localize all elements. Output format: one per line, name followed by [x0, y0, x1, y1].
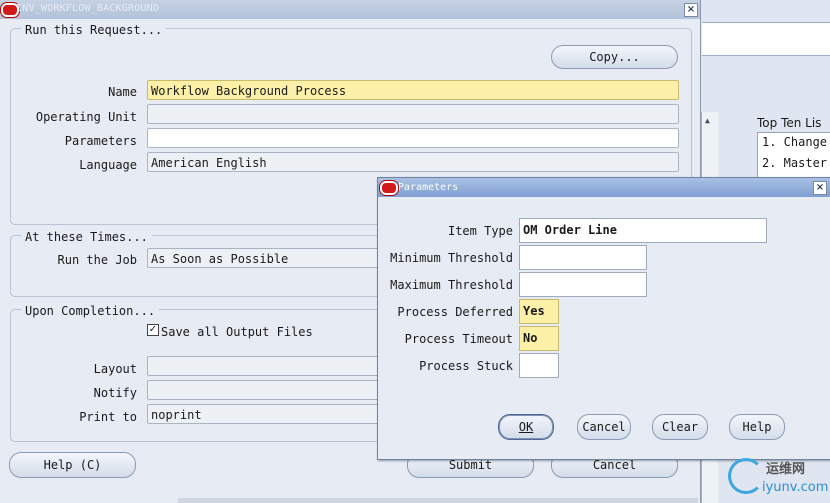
watermark-en: iyunv.com: [762, 480, 829, 495]
process-stuck-field[interactable]: [519, 353, 559, 378]
list-item[interactable]: 1. Change: [758, 133, 830, 154]
cancel-button[interactable]: Cancel: [577, 414, 631, 440]
item-type-field[interactable]: OM Order Line: [519, 218, 767, 243]
watermark-logo: 运维网 iyunv.com: [726, 454, 830, 503]
process-timeout-label: Process Timeout: [404, 332, 513, 346]
close-icon[interactable]: ×: [813, 181, 827, 195]
print-to-field[interactable]: noprint: [147, 404, 379, 424]
layout-label: Layout: [93, 362, 137, 376]
language-label: Language: [79, 158, 137, 172]
minimum-threshold-label: Minimum Threshold: [390, 251, 513, 265]
watermark-ring-icon: [728, 458, 764, 494]
clear-button[interactable]: Clear: [652, 414, 708, 440]
item-type-label: Item Type: [447, 224, 513, 238]
operating-unit-field[interactable]: [147, 104, 679, 124]
ok-button[interactable]: OK: [498, 414, 554, 440]
background-window-band: [702, 22, 830, 56]
minimum-threshold-field[interactable]: [519, 245, 647, 270]
language-field[interactable]: American English: [147, 152, 679, 172]
maximum-threshold-field[interactable]: [519, 272, 647, 297]
watermark-cn: 运维网: [766, 462, 806, 477]
run-request-title: Run this Request...: [21, 23, 167, 37]
run-job-label: Run the Job: [57, 253, 137, 267]
status-strip: [178, 498, 698, 503]
parameters-field[interactable]: [147, 128, 679, 148]
help-button[interactable]: Help: [729, 414, 785, 440]
list-item[interactable]: 2. Master: [758, 154, 830, 175]
dialog-title: Parameters: [398, 182, 459, 193]
completion-title: Upon Completion...: [21, 304, 160, 318]
scroll-up-icon[interactable]: ▲: [705, 116, 710, 125]
top-ten-label: Top Ten Lis: [757, 116, 822, 130]
window-title: INV_WORKFLOW_BACKGROUND: [16, 3, 160, 14]
parameters-dialog: Parameters × Item Type OM Order Line Min…: [377, 177, 830, 460]
notify-label: Notify: [93, 386, 137, 400]
name-label: Name: [108, 85, 137, 99]
dialog-titlebar: Parameters ×: [378, 178, 830, 197]
notify-field[interactable]: [147, 380, 379, 400]
ok-button-label: OK: [518, 420, 534, 434]
process-timeout-field[interactable]: No: [519, 326, 559, 351]
maximum-threshold-label: Maximum Threshold: [390, 278, 513, 292]
copy-button[interactable]: Copy...: [551, 45, 678, 69]
layout-field[interactable]: [147, 356, 379, 376]
process-stuck-label: Process Stuck: [419, 359, 513, 373]
name-field[interactable]: Workflow Background Process: [147, 80, 679, 100]
process-deferred-label: Process Deferred: [397, 305, 513, 319]
print-to-label: Print to: [79, 410, 137, 424]
window-titlebar: INV_WORKFLOW_BACKGROUND ×: [0, 0, 700, 19]
run-job-field[interactable]: As Soon as Possible: [147, 248, 379, 268]
process-deferred-field[interactable]: Yes: [519, 299, 559, 324]
help-button[interactable]: Help (C): [9, 452, 136, 478]
close-icon[interactable]: ×: [684, 3, 698, 17]
parameters-label: Parameters: [64, 134, 137, 148]
oracle-logo-icon: [380, 181, 398, 195]
times-title: At these Times...: [21, 230, 152, 244]
save-output-checkbox[interactable]: ✓: [147, 324, 159, 336]
save-output-label: Save all Output Files: [161, 325, 313, 339]
operating-unit-label: Operating Unit: [35, 110, 137, 124]
